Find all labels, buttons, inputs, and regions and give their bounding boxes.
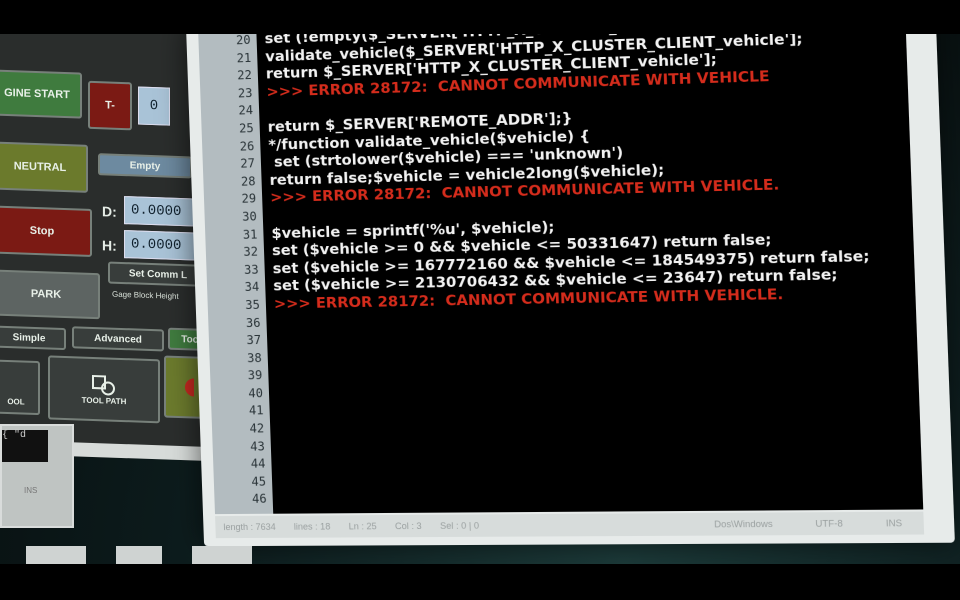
tool-path-button[interactable]: TOOL PATH (48, 355, 160, 424)
line-number: 25 (238, 121, 254, 136)
tab-advanced-label: Advanced (94, 332, 142, 346)
tool-number-value: 0 (149, 97, 159, 115)
line-number: 33 (243, 262, 259, 277)
empty-indicator: Empty (98, 153, 192, 179)
line-number: 40 (248, 386, 264, 401)
line-number: 31 (242, 227, 258, 242)
tool-button[interactable]: OOL (0, 359, 40, 416)
status-length: length : 7634 (223, 521, 276, 533)
line-number: 29 (241, 191, 257, 207)
stop-label: Stop (29, 224, 55, 238)
d-label: D: (102, 203, 117, 220)
code-editor[interactable]: 20 21 22 23 24 25 26 27 28 29 30 31 32 33 34 35 36 37 38 39… (198, 34, 924, 515)
gage-block-label: Gage Block Height (112, 289, 179, 301)
line-number: 39 (247, 368, 263, 383)
line-number: 20 (235, 34, 251, 48)
engine-start-button[interactable]: GINE START (0, 69, 82, 119)
h-value: 0.0000 (131, 236, 182, 255)
status-encoding: UTF-8 (815, 518, 843, 529)
tool-minus-button[interactable]: T- (88, 80, 132, 131)
tab-simple[interactable]: Simple (0, 325, 66, 351)
tool-number-field[interactable]: 0 (138, 86, 170, 126)
neutral-button[interactable]: NEUTRAL (0, 141, 88, 193)
line-number: 43 (250, 439, 266, 454)
status-line: Ln : 25 (348, 521, 377, 532)
tool-label: OOL (7, 396, 25, 407)
line-number-gutter: 20 21 22 23 24 25 26 27 28 29 30 31 32 33 34 35 36 37 38 39… (198, 34, 274, 515)
desk-object-1 (26, 546, 86, 564)
line-number: 21 (236, 50, 252, 65)
scene: GINE START T- 0 NEUTRAL Empty D: 0.0000 … (0, 34, 960, 564)
park-button[interactable]: PARK (0, 269, 100, 320)
tab-advanced[interactable]: Advanced (72, 326, 164, 352)
line-number: 28 (240, 174, 256, 189)
line-number: 30 (242, 209, 258, 224)
status-eol-format: Dos\Windows (713, 518, 773, 530)
line-number: 26 (239, 138, 255, 154)
neutral-label: NEUTRAL (13, 160, 67, 175)
line-number: 42 (249, 421, 265, 436)
letterbox-bottom (0, 564, 960, 600)
line-number: 45 (251, 474, 267, 489)
h-label: H: (102, 237, 117, 254)
line-number: 36 (245, 315, 261, 330)
line-number: 27 (240, 156, 256, 171)
set-comm-label: Set Comm L (128, 267, 188, 281)
background-monitor-screen: { "d (2, 430, 48, 462)
set-comm-button[interactable]: Set Comm L (108, 261, 208, 288)
line-number: 35 (245, 297, 261, 312)
status-column: Col : 3 (394, 520, 422, 532)
code-area[interactable]: set (!empty($_SERVER['HTTP_X_CLUSTER_CLI… (264, 34, 923, 514)
background-monitor: { "d INS (0, 424, 74, 528)
line-number: 22 (237, 68, 253, 83)
line-number: 46 (251, 492, 267, 507)
status-lines: lines : 18 (293, 521, 331, 532)
tool-path-icon (92, 374, 115, 396)
line-number: 37 (246, 333, 262, 348)
status-selection: Sel : 0 | 0 (439, 520, 480, 531)
empty-label: Empty (129, 159, 161, 172)
park-label: PARK (30, 287, 62, 301)
tab-simple-label: Simple (12, 331, 46, 344)
status-insert-mode: INS (885, 517, 903, 529)
line-number: 34 (244, 279, 260, 295)
code-monitor: 20 21 22 23 24 25 26 27 28 29 30 31 32 33 34 35 36 37 38 39… (186, 34, 955, 547)
line-number: 44 (250, 456, 266, 471)
tool-minus-label: T- (105, 99, 115, 112)
line-number: 32 (243, 244, 259, 260)
desk-object-3 (192, 546, 252, 564)
tool-path-label: TOOL PATH (81, 395, 127, 406)
cycle-icon (185, 378, 194, 397)
letterbox-top (0, 0, 960, 34)
line-number: 23 (237, 85, 253, 101)
desk-object-2 (116, 546, 162, 564)
line-number: 38 (246, 350, 262, 365)
background-monitor-text: { "d (2, 430, 27, 441)
status-bar: length : 7634 lines : 18 Ln : 25 Col : 3… (215, 511, 925, 539)
background-monitor-footer: INS (24, 486, 38, 495)
line-number: 41 (248, 403, 264, 418)
line-number: 24 (238, 103, 254, 118)
stop-button[interactable]: Stop (0, 205, 92, 257)
engine-start-label: GINE START (4, 86, 70, 102)
d-value: 0.0000 (131, 202, 182, 221)
